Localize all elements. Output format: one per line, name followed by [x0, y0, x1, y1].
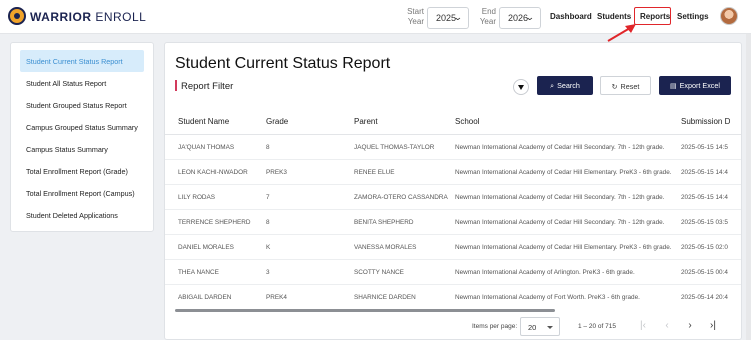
table-row[interactable]: LILY RODAS 7 ZAMORA-OTERO CASSANDRA Newm… [165, 185, 741, 210]
sidebar-item-enrollment-campus[interactable]: Total Enrollment Report (Campus) [20, 182, 144, 204]
export-excel-button[interactable]: ▤ Export Excel [659, 76, 731, 95]
excel-icon: ▤ [670, 83, 677, 90]
sidebar-item-deleted-applications[interactable]: Student Deleted Applications [20, 204, 144, 226]
table-row[interactable]: THEA NANCE 3 SCOTTY NANCE Newman Interna… [165, 260, 741, 285]
nav-reports-highlight [634, 7, 671, 25]
page-vertical-scrollbar[interactable] [746, 34, 751, 340]
items-per-page-select[interactable]: 20 [520, 317, 560, 336]
search-button[interactable]: ⌕ Search [537, 76, 593, 95]
table-row[interactable]: DANIEL MORALES K VANESSA MORALES Newman … [165, 235, 741, 260]
filter-title: Report Filter [181, 81, 234, 92]
avatar[interactable] [720, 7, 738, 25]
annotation-arrow-icon [607, 24, 636, 42]
first-page-icon[interactable]: |‹ [636, 319, 650, 333]
nav-settings[interactable]: Settings [677, 12, 709, 21]
report-panel: Student Current Status Report Report Fil… [164, 42, 742, 340]
filter-icon[interactable] [513, 79, 529, 95]
end-year-label: End Year [479, 7, 496, 26]
chevron-down-icon: ⌄ [453, 12, 464, 22]
table-horizontal-scrollbar[interactable] [175, 309, 555, 312]
table-row[interactable]: ABIGAIL DARDEN PREK4 SHARNICE DARDEN New… [165, 285, 741, 310]
sidebar-item-student-grouped-status[interactable]: Student Grouped Status Report [20, 94, 144, 116]
reset-button[interactable]: ↻ Reset [600, 76, 651, 95]
sidebar-item-student-all-status[interactable]: Student All Status Report [20, 72, 144, 94]
column-header-school[interactable]: School [455, 117, 479, 126]
sidebar-item-enrollment-grade[interactable]: Total Enrollment Report (Grade) [20, 160, 144, 182]
column-header-grade[interactable]: Grade [266, 117, 288, 126]
table-row[interactable]: JA'QUAN THOMAS 8 JAQUEL THOMAS-TAYLOR Ne… [165, 135, 741, 160]
last-page-icon[interactable]: ›| [706, 319, 720, 333]
items-per-page-label: Items per page: [472, 323, 518, 330]
report-sidebar: Student Current Status Report Student Al… [10, 42, 154, 232]
app-brand[interactable]: WARRIOR ENROLL [30, 10, 146, 24]
chevron-down-icon: ⌄ [525, 12, 536, 22]
column-header-parent[interactable]: Parent [354, 117, 378, 126]
search-icon: ⌕ [550, 83, 555, 90]
sidebar-item-student-current-status[interactable]: Student Current Status Report [20, 50, 144, 72]
logo-icon [8, 7, 26, 25]
top-bar: WARRIOR ENROLL Start Year 2025 ⌄ End Year 2… [0, 0, 751, 34]
nav-dashboard[interactable]: Dashboard [550, 12, 592, 21]
filter-accent-bar [175, 80, 177, 91]
start-year-select[interactable]: 2025 ⌄ [427, 7, 469, 29]
caret-down-icon [547, 326, 553, 329]
pagination-range: 1 – 20 of 715 [578, 323, 616, 330]
column-header-student-name[interactable]: Student Name [178, 117, 229, 126]
page-title: Student Current Status Report [175, 55, 391, 72]
column-header-submission-date[interactable]: Submission D [681, 117, 730, 126]
sidebar-item-campus-status-summary[interactable]: Campus Status Summary [20, 138, 144, 160]
next-page-icon[interactable]: › [683, 319, 697, 333]
start-year-label: Start Year [407, 7, 424, 26]
table-row[interactable]: TERRENCE SHEPHERD 8 BENITA SHEPHERD Newm… [165, 210, 741, 235]
refresh-icon: ↻ [611, 84, 618, 91]
prev-page-icon[interactable]: ‹ [660, 319, 674, 333]
end-year-select[interactable]: 2026 ⌄ [499, 7, 541, 29]
sidebar-item-campus-grouped-summary[interactable]: Campus Grouped Status Summary [20, 116, 144, 138]
table-row[interactable]: LEON KACHI-NWADOR PREK3 RENEE ELUE Newma… [165, 160, 741, 185]
nav-students[interactable]: Students [597, 12, 631, 21]
